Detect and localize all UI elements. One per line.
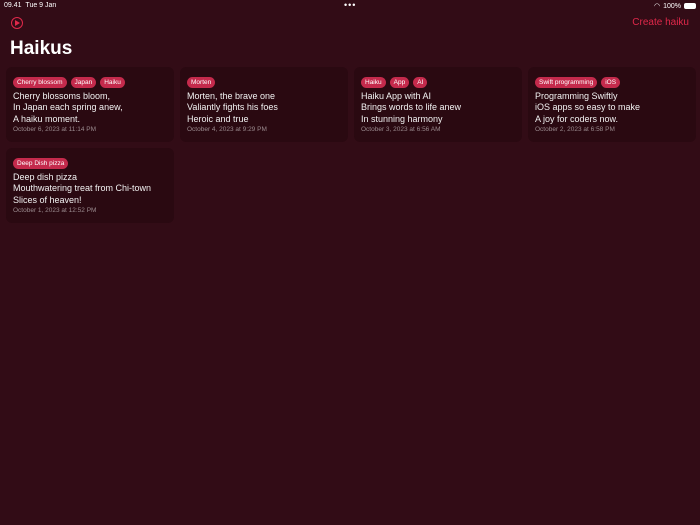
- play-circle-icon[interactable]: [11, 17, 23, 29]
- haiku-card[interactable]: Haiku App AI Haiku App with AI Brings words …: [354, 67, 522, 142]
- date: Tue 9 Jan: [25, 2, 57, 9]
- haiku-card[interactable]: Swift programming iOS Programming Swiftly i…: [528, 67, 696, 142]
- multitasking-dots-icon[interactable]: •••: [344, 0, 356, 10]
- haiku-line: Cherry blossoms bloom,: [13, 91, 111, 101]
- wifi-icon: ◠: [653, 3, 661, 10]
- haiku-line: Slices of heaven!: [13, 194, 82, 205]
- tag-list: Swift programming iOS: [535, 77, 689, 88]
- haiku-line: A haiku moment.: [13, 113, 81, 124]
- haiku-date: October 1, 2023 at 12:52 PM: [13, 206, 97, 214]
- time: 09.41: [4, 2, 22, 9]
- haiku-line: In stunning harmony: [361, 113, 443, 124]
- tag-badge[interactable]: Japan: [70, 77, 97, 88]
- battery-percent: 100%: [663, 2, 681, 10]
- haiku-card[interactable]: Morten Morten, the brave one Valiantly fig…: [180, 67, 348, 142]
- page-title: Haikus: [10, 38, 73, 59]
- tag-list: Cherry blossom Japan Haiku: [13, 77, 167, 88]
- haiku-line: In Japan each spring anew,: [13, 102, 123, 113]
- haiku-card[interactable]: Cherry blossom Japan Haiku Cherry blossoms …: [6, 67, 174, 142]
- battery-icon: [684, 3, 696, 9]
- status-time: 09.41 Tue 9 Jan: [4, 2, 56, 9]
- tag-badge[interactable]: Swift programming: [535, 77, 598, 88]
- tag-badge[interactable]: App: [389, 77, 410, 88]
- haiku-line: A joy for coders now.: [535, 113, 619, 124]
- haiku-grid: Cherry blossom Japan Haiku Cherry blossoms …: [6, 67, 696, 223]
- haiku-line: Heroic and true: [187, 113, 249, 124]
- haiku-line: Haiku App with AI: [361, 91, 432, 101]
- tag-badge[interactable]: Cherry blossom: [13, 77, 67, 88]
- haiku-card[interactable]: Deep Dish pizza Deep dish pizza Mouthwater…: [6, 148, 174, 223]
- tag-badge[interactable]: AI: [413, 77, 428, 88]
- haiku-date: October 2, 2023 at 6:58 PM: [535, 125, 615, 133]
- haiku-line: Mouthwatering treat from Chi-town: [13, 183, 152, 194]
- tag-badge[interactable]: Haiku: [100, 77, 125, 88]
- tag-badge[interactable]: Morten: [187, 77, 216, 88]
- haiku-line: Valiantly fights his foes: [187, 102, 278, 113]
- status-bar: 09.41 Tue 9 Jan ••• ◠ 100%: [0, 0, 700, 12]
- haiku-line: iOS apps so easy to make: [535, 102, 641, 113]
- tag-badge[interactable]: iOS: [601, 77, 621, 88]
- haiku-date: October 6, 2023 at 11:14 PM: [13, 125, 96, 133]
- tag-badge[interactable]: Deep Dish pizza: [13, 158, 69, 169]
- haiku-date: October 4, 2023 at 9:29 PM: [187, 125, 267, 133]
- tag-list: Deep Dish pizza: [13, 158, 167, 169]
- create-haiku-button[interactable]: Create haiku: [632, 17, 689, 28]
- haiku-line: Morten, the brave one: [187, 91, 276, 101]
- haiku-date: October 3, 2023 at 6:56 AM: [361, 125, 441, 133]
- tag-list: Haiku App AI: [361, 77, 515, 88]
- tag-badge[interactable]: Haiku: [361, 77, 386, 88]
- haiku-line: Deep dish pizza: [13, 172, 78, 182]
- tag-list: Morten: [187, 77, 341, 88]
- haiku-line: Brings words to life anew: [361, 102, 462, 113]
- haiku-line: Programming Swiftly: [535, 91, 618, 101]
